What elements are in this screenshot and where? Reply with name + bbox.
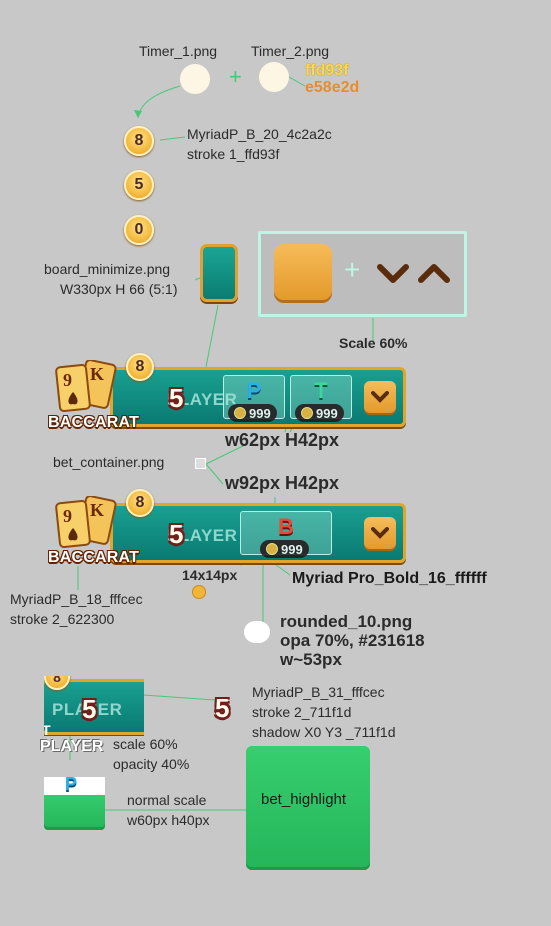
chevron-down-icon[interactable] xyxy=(376,258,410,292)
banker-bet-letter: B xyxy=(278,514,294,539)
round-badge: 8 xyxy=(126,489,154,517)
plus-sign: + xyxy=(229,64,242,89)
orange-button-base[interactable] xyxy=(274,244,332,300)
svg-text:9: 9 xyxy=(63,370,72,390)
chevron-down-icon xyxy=(371,527,389,539)
amount-banker: 999 xyxy=(281,541,303,557)
player-score: 5 xyxy=(169,383,184,413)
svg-text:K: K xyxy=(90,364,104,384)
board-min-filename: board_minimize.png xyxy=(44,261,171,277)
frame-plus-sign: + xyxy=(344,254,361,285)
chevron-down-icon xyxy=(371,391,389,403)
rounded-pill-sample xyxy=(244,621,270,643)
expand-button[interactable] xyxy=(364,517,396,549)
timer1-filename: Timer_1.png xyxy=(139,43,218,59)
score-sample: 5 xyxy=(215,693,230,723)
cropped-letter: T xyxy=(44,722,51,736)
bet-size-note-2: w92px H42px xyxy=(225,473,340,493)
coin-stroke-note: stroke 1_ffd93f xyxy=(187,146,280,162)
timer-coin-8: 8 xyxy=(124,126,154,156)
score-stroke-note: stroke 2_711f1d xyxy=(252,704,352,720)
score-font-note: MyriadP_B_31_fffcec xyxy=(252,684,385,700)
player-bet-letter: P xyxy=(246,378,262,403)
timer-arrow-line xyxy=(137,85,181,119)
player-label-sample: PLAYER xyxy=(40,738,104,755)
rounded-width: w~53px xyxy=(280,650,342,669)
bet-highlight-large: bet_highlight xyxy=(246,746,370,870)
normal-size-note: w60px h40px xyxy=(127,812,210,828)
coin-size-note: 14x14px xyxy=(182,567,238,583)
chevron-up-icon[interactable] xyxy=(417,258,451,292)
board-minimize-button[interactable] xyxy=(200,244,238,302)
board-2: PLAYER 5 B 999 xyxy=(110,503,406,563)
player-score: 5 xyxy=(169,519,184,549)
board-1: PLAYER 5 P T 999 999 xyxy=(110,367,406,427)
tie-bet-letter: T xyxy=(314,378,328,403)
coin-icon xyxy=(266,543,278,555)
svg-text:9: 9 xyxy=(63,506,72,526)
font-note: Myriad Pro_Bold_16_ffffff xyxy=(292,569,487,589)
coin-font-note: MyriadP_B_20_4c2a2c xyxy=(187,126,332,142)
color-code-gold: ffd93f xyxy=(305,62,349,79)
bet-container-swatch xyxy=(195,458,206,469)
color-code-orange: e58e2d xyxy=(305,79,360,96)
bet-highlight-small xyxy=(44,790,105,830)
bet-container-filename: bet_container.png xyxy=(53,454,165,470)
baccarat-font-note: MyriadP_B_18_fffcec xyxy=(10,591,143,607)
amount-pill-player: 999 xyxy=(228,404,277,422)
svg-text:K: K xyxy=(90,500,104,520)
amount-pill-banker: 999 xyxy=(260,540,309,558)
coin-icon xyxy=(301,407,313,419)
bet-size-note-1: w62px H42px xyxy=(225,430,340,450)
timer-coin-5: 5 xyxy=(124,170,154,200)
board-min-size: W330px H 66 (5:1) xyxy=(60,281,178,297)
timer-coin-0: 0 xyxy=(124,215,154,245)
rounded-filename: rounded_10.png xyxy=(280,612,413,631)
scale-60-note: scale 60% xyxy=(113,736,178,752)
timer2-circle xyxy=(259,62,289,92)
timer2-filename: Timer_2.png xyxy=(251,43,330,59)
player-score: 5 xyxy=(82,694,97,724)
timer1-circle xyxy=(180,64,210,94)
round-badge: 8 xyxy=(126,353,154,381)
opacity-40-note: opacity 40% xyxy=(113,756,190,772)
button-states-frame: + xyxy=(258,231,467,317)
expand-button[interactable] xyxy=(364,381,396,413)
score-shadow-note: shadow X0 Y3 _711f1d xyxy=(252,724,396,740)
coin-icon-sample xyxy=(192,585,206,599)
baccarat-label: BACCARAT xyxy=(48,414,140,431)
amount-pill-tie: 999 xyxy=(295,404,344,422)
player-bet-letter-small: P xyxy=(65,774,78,794)
baccarat-stroke-note: stroke 2_622300 xyxy=(10,611,115,627)
bet-highlight-label: bet_highlight xyxy=(261,791,347,808)
coin-icon xyxy=(234,407,246,419)
board-crop: PLAYER 5 T 8 xyxy=(44,676,144,736)
scale-note: Scale 60% xyxy=(339,335,408,351)
rounded-opacity: opa 70%, #231618 xyxy=(280,631,425,650)
font-note-text: Myriad Pro_Bold_16_ffffff xyxy=(292,570,487,587)
baccarat-label: BACCARAT xyxy=(48,549,140,566)
amount-tie: 999 xyxy=(316,405,338,421)
normal-scale-note: normal scale xyxy=(127,792,207,808)
amount-player: 999 xyxy=(249,405,271,421)
